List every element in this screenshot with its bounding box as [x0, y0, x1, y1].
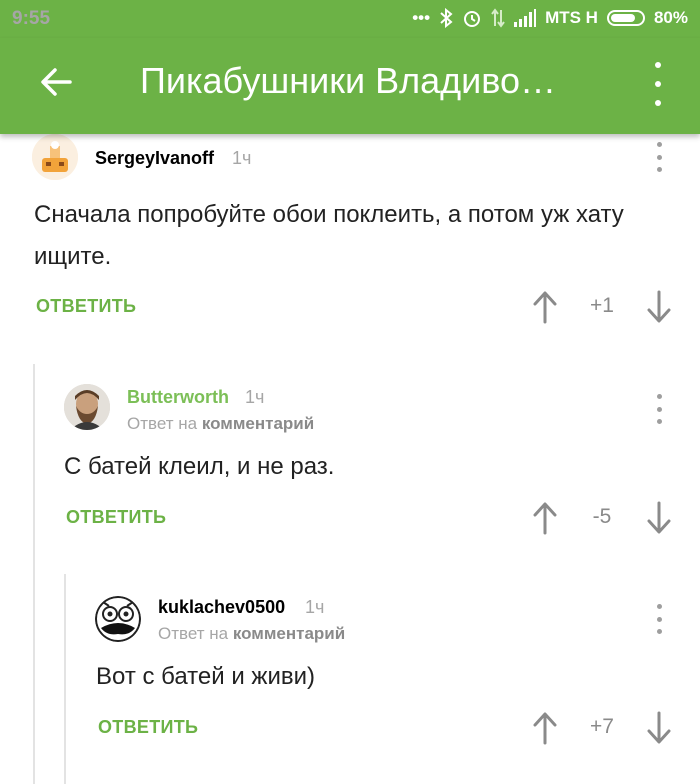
avatar-image: [32, 134, 78, 180]
reply-to-prefix: Ответ на: [158, 624, 229, 643]
comment-body: Сначала попробуйте обои поклеить, а пото…: [34, 201, 624, 270]
more-vert-icon[interactable]: [648, 62, 668, 106]
data-icon: [491, 8, 505, 28]
reply-to-label: Ответ на комментарий: [127, 414, 314, 434]
battery-percent: 80%: [653, 8, 688, 27]
back-arrow-icon[interactable]: [36, 62, 76, 102]
comment-time: 1ч: [305, 597, 325, 617]
score: -5: [592, 505, 612, 528]
status-time: 9:55: [12, 8, 51, 29]
comment-time: 1ч: [245, 387, 265, 407]
battery-icon: [606, 10, 645, 26]
score: +7: [590, 715, 614, 738]
reply-button[interactable]: ОТВЕТИТЬ: [66, 507, 166, 528]
reply-button[interactable]: ОТВЕТИТЬ: [98, 717, 198, 738]
avatar[interactable]: [64, 384, 110, 430]
upvote-icon[interactable]: [532, 711, 558, 745]
status-bar: 9:55 ••• MTS H 80%: [0, 0, 700, 38]
bluetooth-icon: [440, 8, 453, 28]
reply-to-link[interactable]: комментарий: [233, 624, 345, 643]
status-icons: ••• MTS H 80%: [412, 8, 688, 28]
carrier-label: MTS H: [545, 8, 598, 27]
reply-button[interactable]: ОТВЕТИТЬ: [36, 296, 136, 317]
app-toolbar: Пикабушники Владиво…: [0, 38, 700, 134]
username[interactable]: SergeyIvanoff: [95, 148, 214, 169]
reply-to-link[interactable]: комментарий: [202, 414, 314, 433]
thread-line: [64, 574, 66, 784]
username[interactable]: Butterworth: [127, 387, 229, 408]
reply-to-prefix: Ответ на: [127, 414, 198, 433]
dots-icon: •••: [412, 8, 431, 27]
avatar-image: [64, 384, 110, 430]
avatar[interactable]: [32, 134, 78, 180]
downvote-icon[interactable]: [646, 501, 672, 535]
alarm-icon: [464, 11, 481, 27]
comment-menu-icon[interactable]: [654, 394, 664, 424]
downvote-icon[interactable]: [646, 290, 672, 324]
score: +1: [590, 294, 614, 317]
comment-menu-icon[interactable]: [654, 142, 664, 172]
thread-line: [33, 364, 35, 784]
upvote-icon[interactable]: [532, 290, 558, 324]
battery-fill: [610, 14, 635, 22]
page-title: Пикабушники Владиво…: [140, 60, 557, 101]
comment-body: Вот с батей и живи): [96, 663, 315, 690]
comment-time: 1ч: [232, 148, 252, 168]
downvote-icon[interactable]: [646, 711, 672, 745]
username[interactable]: kuklachev0500: [158, 597, 285, 618]
avatar-image: [95, 596, 141, 642]
comment-body: С батей клеил, и не раз.: [64, 453, 335, 480]
upvote-icon[interactable]: [532, 501, 558, 535]
avatar[interactable]: [95, 596, 141, 642]
comment-menu-icon[interactable]: [654, 604, 664, 634]
reply-to-label: Ответ на комментарий: [158, 624, 345, 644]
signal-icon: [514, 9, 537, 27]
